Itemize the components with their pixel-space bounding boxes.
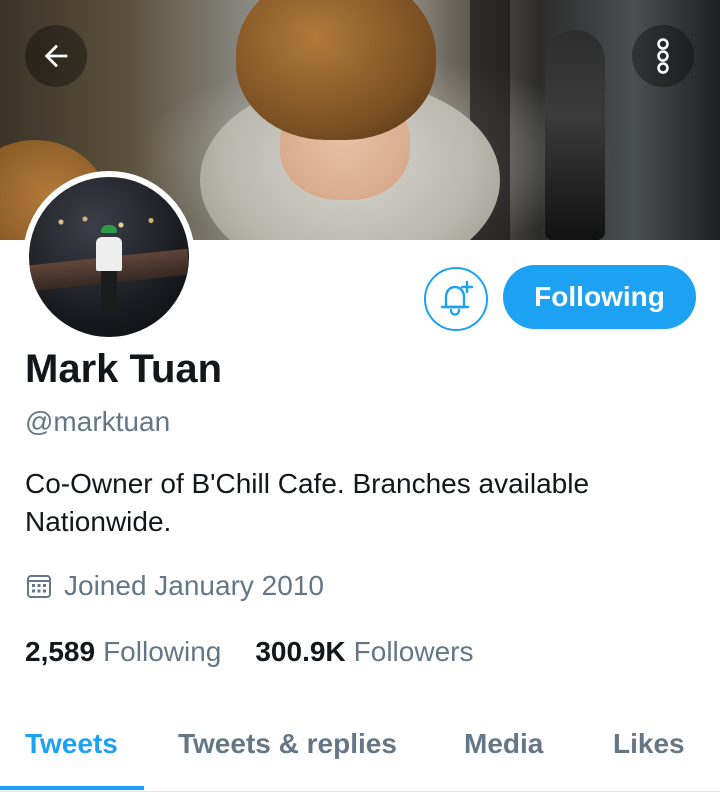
following-button[interactable]: Following <box>503 265 696 329</box>
more-options-button[interactable] <box>632 25 694 87</box>
bell-plus-icon <box>440 280 474 316</box>
followers-count: 300.9K <box>255 636 346 667</box>
profile-bio: Co-Owner of B'Chill Cafe. Branches avail… <box>25 468 590 537</box>
profile-avatar[interactable] <box>23 171 195 343</box>
following-count: 2,589 <box>25 636 96 667</box>
banner-hair <box>236 0 436 140</box>
joined-text: Joined January 2010 <box>64 570 324 601</box>
profile-tabs: Tweets Tweets & replies Media Likes <box>0 700 720 792</box>
notifications-button[interactable] <box>424 267 488 331</box>
tab-likes[interactable]: Likes <box>613 728 685 760</box>
profile-name: Mark Tuan <box>25 347 223 391</box>
joined-date: Joined January 2010 <box>25 570 324 602</box>
tab-tweets-replies[interactable]: Tweets & replies <box>178 728 397 760</box>
profile-handle: @marktuan <box>25 406 171 437</box>
back-button[interactable] <box>25 25 87 87</box>
arrow-left-icon <box>44 44 68 68</box>
banner-background-figure <box>545 30 605 240</box>
active-tab-indicator <box>0 786 144 790</box>
following-stat[interactable]: 2,589 Following <box>25 636 221 668</box>
following-label: Following <box>103 636 222 667</box>
tab-tweets[interactable]: Tweets <box>25 728 118 760</box>
avatar-person <box>94 225 124 315</box>
more-vertical-icon <box>657 38 669 74</box>
avatar-image <box>29 177 189 337</box>
calendar-icon <box>25 572 53 600</box>
follow-stats: 2,589 Following 300.9K Followers <box>25 636 473 668</box>
followers-label: Followers <box>353 636 474 667</box>
followers-stat[interactable]: 300.9K Followers <box>255 636 473 668</box>
tab-media[interactable]: Media <box>464 728 543 760</box>
